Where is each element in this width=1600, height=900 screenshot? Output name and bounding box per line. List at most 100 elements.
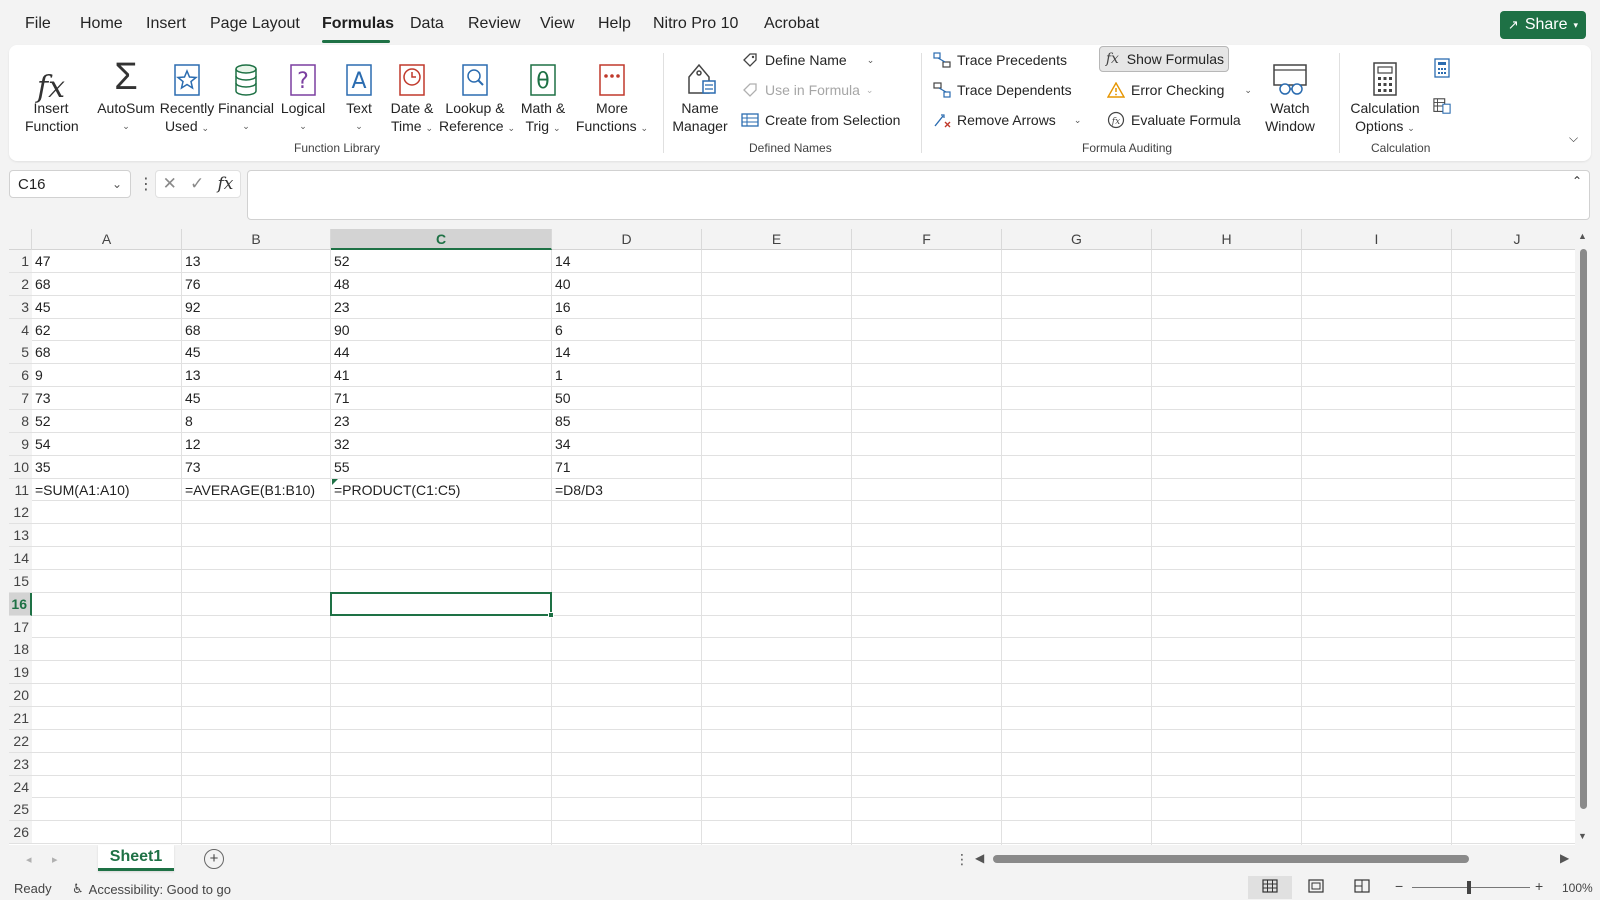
- error-checking-button[interactable]: Error Checking ⌄: [1103, 77, 1256, 103]
- tab-view[interactable]: View: [540, 15, 574, 33]
- normal-view-button[interactable]: [1248, 876, 1292, 899]
- remove-arrows-button[interactable]: Remove Arrows ⌄: [929, 107, 1085, 133]
- calculation-options-button[interactable]: Calculation Options ⌄: [1345, 51, 1425, 137]
- tab-file[interactable]: File: [25, 15, 51, 33]
- insert-function-button[interactable]: fx Insert Function: [25, 51, 79, 135]
- row-header[interactable]: 22: [9, 729, 32, 753]
- table-cell[interactable]: 41: [331, 364, 350, 387]
- row-header[interactable]: 25: [9, 798, 32, 822]
- scroll-up-icon[interactable]: ▲: [1578, 231, 1587, 241]
- table-cell[interactable]: =D8/D3: [552, 479, 603, 502]
- tab-data[interactable]: Data: [410, 15, 444, 33]
- table-cell[interactable]: 73: [32, 387, 51, 410]
- table-cell[interactable]: 85: [552, 410, 571, 433]
- error-indicator-icon[interactable]: [332, 478, 338, 485]
- table-cell[interactable]: 8: [182, 410, 193, 433]
- column-header[interactable]: A: [32, 229, 182, 250]
- table-cell[interactable]: 68: [32, 273, 51, 296]
- table-cell[interactable]: 68: [182, 319, 201, 342]
- table-cell[interactable]: 76: [182, 273, 201, 296]
- show-formulas-button[interactable]: fx Show Formulas: [1099, 46, 1229, 72]
- table-cell[interactable]: 62: [32, 319, 51, 342]
- add-sheet-icon[interactable]: +: [204, 849, 224, 869]
- financial-button[interactable]: Financial ⌄: [217, 51, 275, 135]
- table-cell[interactable]: 13: [182, 250, 201, 273]
- row-header[interactable]: 15: [9, 569, 32, 593]
- prev-sheet-icon[interactable]: ◂: [26, 853, 32, 866]
- select-all-corner[interactable]: [9, 229, 32, 250]
- autosum-button[interactable]: Σ AutoSum ⌄: [95, 51, 157, 135]
- active-cell-selection[interactable]: [330, 591, 552, 616]
- column-header[interactable]: C: [331, 229, 552, 250]
- horizontal-scroll-thumb[interactable]: [993, 855, 1469, 863]
- evaluate-formula-button[interactable]: fx Evaluate Formula: [1103, 107, 1245, 133]
- calculate-sheet-button[interactable]: [1429, 93, 1455, 119]
- column-header[interactable]: D: [552, 229, 702, 250]
- name-manager-button[interactable]: Name Manager: [669, 51, 731, 135]
- cancel-icon[interactable]: ✕: [163, 174, 177, 194]
- row-header[interactable]: 16: [9, 592, 32, 616]
- tab-help[interactable]: Help: [598, 15, 631, 33]
- vertical-scroll-thumb[interactable]: [1580, 249, 1587, 809]
- tab-formulas[interactable]: Formulas: [322, 15, 394, 33]
- table-cell[interactable]: 6: [552, 319, 563, 342]
- tab-page-layout[interactable]: Page Layout: [210, 15, 300, 33]
- tab-nitro-pro[interactable]: Nitro Pro 10: [653, 15, 738, 33]
- row-header[interactable]: 9: [9, 432, 32, 456]
- accessibility-status[interactable]: ♿ Accessibility: Good to go: [72, 881, 231, 897]
- table-cell[interactable]: 13: [182, 364, 201, 387]
- row-header[interactable]: 14: [9, 547, 32, 571]
- scroll-down-icon[interactable]: ▼: [1578, 831, 1587, 841]
- zoom-out-icon[interactable]: −: [1395, 878, 1403, 894]
- row-header[interactable]: 2: [9, 272, 32, 296]
- recently-used-button[interactable]: Recently Used ⌄: [159, 51, 215, 137]
- row-header[interactable]: 6: [9, 364, 32, 388]
- row-header[interactable]: 5: [9, 341, 32, 365]
- row-header[interactable]: 7: [9, 387, 32, 411]
- column-header[interactable]: B: [182, 229, 331, 250]
- table-cell[interactable]: 16: [552, 296, 571, 319]
- table-cell[interactable]: 34: [552, 433, 571, 456]
- page-layout-view-button[interactable]: [1294, 876, 1338, 899]
- table-cell[interactable]: 1: [552, 364, 563, 387]
- column-header[interactable]: I: [1302, 229, 1452, 250]
- zoom-slider[interactable]: [1412, 887, 1530, 888]
- column-header[interactable]: G: [1002, 229, 1152, 250]
- cell-area[interactable]: 47 13 52 14 68 76 48 40 45 92 23 16 62 68 90 6 68 45 44 14 9…: [32, 250, 1583, 845]
- table-cell[interactable]: 48: [331, 273, 350, 296]
- tab-split-handle-icon[interactable]: ⋮: [955, 851, 969, 868]
- name-box[interactable]: C16 ⌄: [9, 170, 131, 198]
- row-header[interactable]: 11: [9, 478, 32, 502]
- trace-dependents-button[interactable]: Trace Dependents: [929, 77, 1076, 103]
- table-cell[interactable]: 71: [552, 456, 571, 479]
- create-from-selection-button[interactable]: Create from Selection: [737, 107, 904, 133]
- scroll-left-icon[interactable]: ◀: [975, 851, 984, 865]
- define-name-button[interactable]: Define Name ⌄: [737, 47, 878, 73]
- calculate-now-button[interactable]: [1429, 55, 1455, 81]
- more-functions-button[interactable]: More Functions ⌄: [575, 51, 649, 137]
- zoom-in-icon[interactable]: +: [1535, 878, 1543, 894]
- row-header[interactable]: 3: [9, 295, 32, 319]
- table-cell[interactable]: 71: [331, 387, 350, 410]
- more-options-icon[interactable]: ⋮: [138, 174, 154, 194]
- logical-button[interactable]: ? Logical ⌄: [277, 51, 329, 135]
- row-header[interactable]: 23: [9, 752, 32, 776]
- sheet-tab-sheet1[interactable]: Sheet1: [98, 845, 174, 871]
- column-header[interactable]: E: [702, 229, 852, 250]
- insert-function-icon[interactable]: fx: [218, 174, 234, 194]
- row-header[interactable]: 8: [9, 409, 32, 433]
- table-cell[interactable]: 52: [32, 410, 51, 433]
- table-cell[interactable]: 92: [182, 296, 201, 319]
- table-cell[interactable]: 14: [552, 341, 571, 364]
- column-header[interactable]: J: [1452, 229, 1583, 250]
- column-header[interactable]: F: [852, 229, 1002, 250]
- share-button[interactable]: ↗ Share ▾: [1500, 11, 1586, 39]
- table-cell[interactable]: 55: [331, 456, 350, 479]
- row-header[interactable]: 26: [9, 821, 32, 845]
- table-cell[interactable]: 52: [331, 250, 350, 273]
- tab-insert[interactable]: Insert: [146, 15, 186, 33]
- table-cell[interactable]: 47: [32, 250, 51, 273]
- tab-review[interactable]: Review: [468, 15, 520, 33]
- table-cell[interactable]: 23: [331, 296, 350, 319]
- collapse-formula-bar-icon[interactable]: ⌃: [1572, 174, 1582, 188]
